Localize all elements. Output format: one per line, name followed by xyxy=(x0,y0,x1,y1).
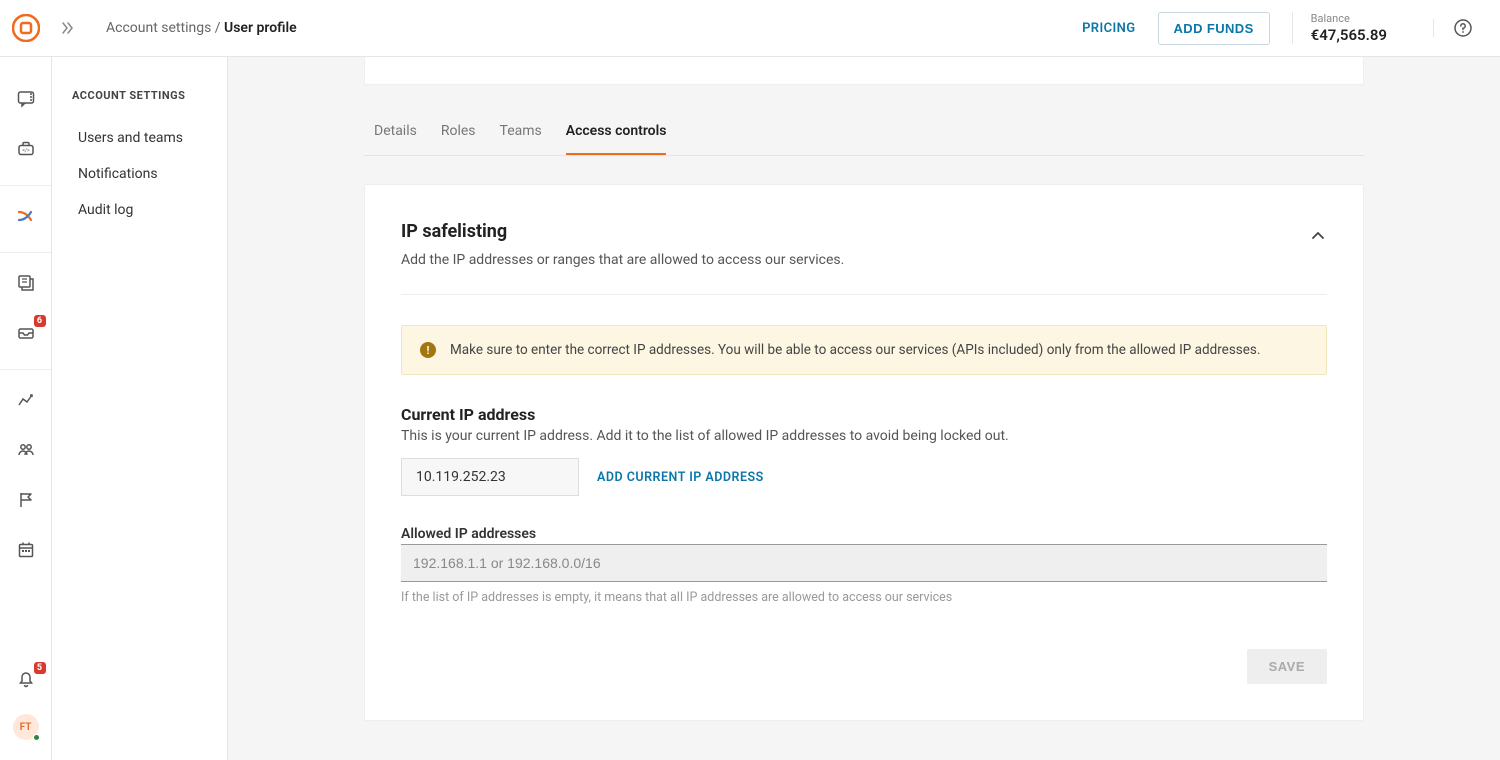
user-avatar[interactable]: FT xyxy=(13,714,39,740)
svg-text:</>: </> xyxy=(22,148,30,154)
divider xyxy=(401,294,1327,295)
app-logo-icon[interactable] xyxy=(12,14,40,42)
rail-team-icon[interactable] xyxy=(6,430,46,470)
rail-flag-icon[interactable] xyxy=(6,480,46,520)
sidebar-item-notifications[interactable]: Notifications xyxy=(52,156,227,192)
tab-access-controls[interactable]: Access controls xyxy=(566,123,667,155)
alert-text: Make sure to enter the correct IP addres… xyxy=(450,342,1260,358)
helper-text: If the list of IP addresses is empty, it… xyxy=(401,590,1327,605)
allowed-ip-input[interactable] xyxy=(401,544,1327,582)
add-current-ip-button[interactable]: ADD CURRENT IP ADDRESS xyxy=(597,470,764,485)
current-ip-title: Current IP address xyxy=(401,405,1327,424)
warning-alert: ! Make sure to enter the correct IP addr… xyxy=(401,325,1327,375)
section-desc: Add the IP addresses or ranges that are … xyxy=(401,252,844,268)
balance-label: Balance xyxy=(1311,12,1387,25)
rail-chat-icon[interactable] xyxy=(6,79,46,119)
section-title: IP safelisting xyxy=(401,221,844,242)
tab-teams[interactable]: Teams xyxy=(500,123,542,155)
balance-value: €47,565.89 xyxy=(1311,26,1387,44)
avatar-initials: FT xyxy=(20,722,32,733)
bell-badge: 5 xyxy=(34,662,46,674)
save-button[interactable]: SAVE xyxy=(1247,649,1327,684)
tab-details[interactable]: Details xyxy=(374,123,417,155)
rail-shuffle-icon[interactable] xyxy=(6,196,46,236)
add-funds-button[interactable]: ADD FUNDS xyxy=(1158,12,1270,45)
sidebar-item-auditlog[interactable]: Audit log xyxy=(52,192,227,228)
rail-query-icon[interactable] xyxy=(6,263,46,303)
breadcrumb-parent: Account settings / xyxy=(106,20,224,36)
breadcrumb-current: User profile xyxy=(224,20,297,36)
balance-block: Balance €47,565.89 xyxy=(1292,12,1387,43)
allowed-label: Allowed IP addresses xyxy=(401,526,1327,542)
rail-calendar-icon[interactable] xyxy=(6,530,46,570)
collapse-icon[interactable] xyxy=(1309,227,1327,245)
warning-icon: ! xyxy=(420,342,436,358)
sidebar-item-users[interactable]: Users and teams xyxy=(52,120,227,156)
expand-icon[interactable] xyxy=(60,20,76,36)
sidebar-header: ACCOUNT SETTINGS xyxy=(52,89,227,120)
icon-rail: </> 6 5 FT xyxy=(0,57,52,760)
badge-count: 6 xyxy=(34,315,46,327)
breadcrumb: Account settings / User profile xyxy=(106,20,1082,36)
help-icon[interactable] xyxy=(1433,19,1472,37)
status-dot-icon xyxy=(33,734,40,741)
current-ip-desc: This is your current IP address. Add it … xyxy=(401,428,1327,444)
rail-chart-icon[interactable] xyxy=(6,380,46,420)
previous-card-footer xyxy=(364,57,1364,85)
rail-bell-icon[interactable]: 5 xyxy=(6,660,46,700)
tabs: Details Roles Teams Access controls xyxy=(364,123,1364,156)
rail-briefcase-icon[interactable]: </> xyxy=(6,129,46,169)
current-ip-value: 10.119.252.23 xyxy=(401,458,579,496)
pricing-link[interactable]: PRICING xyxy=(1082,21,1135,36)
rail-inbox-icon[interactable]: 6 xyxy=(6,313,46,353)
tab-roles[interactable]: Roles xyxy=(441,123,476,155)
